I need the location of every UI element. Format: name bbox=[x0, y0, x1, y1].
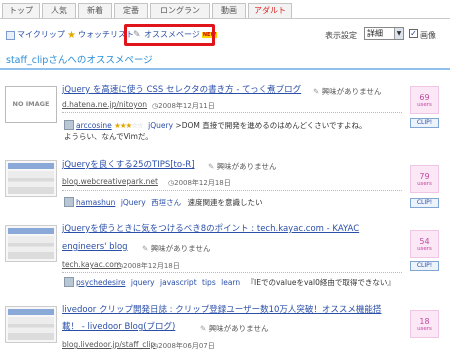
clip-button[interactable]: CLIP! bbox=[410, 118, 439, 128]
users-count: 79 bbox=[419, 172, 430, 181]
comment: psychedesire jquery javascript tips lear… bbox=[64, 277, 395, 288]
users-label: users bbox=[417, 246, 432, 252]
entry-date: ◷2008年12月18日 bbox=[168, 179, 231, 187]
comment: arccosine ★★★☆☆ jQuery >DOM 直接で開発を進めるのはめ… bbox=[64, 120, 367, 142]
entry-domain[interactable]: blog.webcreativepark.net bbox=[62, 177, 158, 186]
page-title: staff_clipさんへのオススメページ bbox=[0, 54, 450, 70]
entry-title-link[interactable]: jQueryを使うときに気をつけるべき8のポイント : tech.kayac.c… bbox=[62, 224, 359, 235]
users-label: users bbox=[417, 102, 432, 108]
not-interested-link[interactable]: ✎ 興味がありません bbox=[142, 243, 210, 254]
display-setting-label: 表示設定 bbox=[325, 31, 357, 40]
tab-top[interactable]: トップ bbox=[2, 3, 40, 18]
comment-user[interactable]: hamashun bbox=[76, 198, 115, 207]
entry-date-text: 2008年12月18日 bbox=[123, 262, 180, 270]
rating-stars: ★★★☆☆ bbox=[114, 121, 144, 130]
not-interested-link[interactable]: ✎ 興味がありません bbox=[208, 161, 276, 172]
entry-date: ◷2008年12月18日 bbox=[117, 262, 180, 270]
divider bbox=[62, 190, 402, 191]
tab-standard[interactable]: 定番 bbox=[114, 3, 148, 18]
entry-title-link[interactable]: livedoor クリップ開発日誌 : クリップ登録ユーザー数10万人突破！オス… bbox=[62, 305, 381, 316]
comment-user[interactable]: arccosine bbox=[76, 121, 112, 130]
entry-title-link-line2[interactable]: engineers' blog bbox=[62, 242, 128, 253]
users-label: users bbox=[417, 181, 432, 187]
not-interested-label: 興味がありません bbox=[208, 324, 269, 333]
not-interested-label: 興味がありません bbox=[216, 162, 277, 171]
entry-date-text: 2008年12月18日 bbox=[174, 179, 231, 187]
comment-text: >DOM 直接で開発を進めるのはめんどくさいですよね。 bbox=[175, 121, 367, 130]
not-interested-label: 興味がありません bbox=[321, 87, 382, 96]
users-label: users bbox=[417, 326, 432, 332]
entry-title-link-line2[interactable]: 載！ - livedoor Blog(ブログ) bbox=[62, 322, 175, 333]
tab-longrun[interactable]: ロングラン bbox=[150, 3, 210, 18]
users-count-badge[interactable]: 79 users bbox=[410, 165, 439, 193]
pen-icon: ✎ bbox=[313, 87, 320, 96]
entry-domain[interactable]: tech.kayac.com bbox=[62, 260, 121, 269]
comment-tag[interactable]: jQuery bbox=[121, 198, 146, 207]
not-interested-label: 興味がありません bbox=[150, 244, 211, 253]
comment: hamashun jQuery 西垣さん 速度関連を意識したい bbox=[64, 197, 262, 208]
comment-tag[interactable]: jquery bbox=[131, 278, 155, 287]
entry-domain[interactable]: d.hatena.ne.jp/nitoyon bbox=[62, 100, 147, 109]
tab-video[interactable]: 動画 bbox=[212, 3, 246, 18]
pen-icon: ✎ bbox=[142, 244, 149, 253]
entry-date-text: 2008年12月11日 bbox=[158, 102, 215, 110]
tab-new[interactable]: 新着 bbox=[78, 3, 112, 18]
clip-icon bbox=[6, 30, 15, 40]
chevron-down-icon: ▼ bbox=[394, 28, 403, 39]
entry-title-link[interactable]: jQueryを良くする25のTIPS[to-R] bbox=[62, 160, 195, 171]
avatar bbox=[64, 277, 74, 287]
comment-tag[interactable]: 西垣さん bbox=[151, 198, 181, 207]
entry-date: ◷2008年12月11日 bbox=[152, 102, 215, 110]
tab-adult[interactable]: アダルト bbox=[248, 3, 292, 18]
comment-text: 『IEでのvalueをval0経由で取得できない』 bbox=[246, 278, 395, 287]
entry-domain[interactable]: blog.livedoor.jp/staff_clip bbox=[62, 340, 155, 349]
myclip-label: マイクリップ bbox=[17, 30, 65, 39]
users-count: 54 bbox=[419, 237, 430, 246]
users-count: 69 bbox=[419, 93, 430, 102]
entry-date: ◷2008年06月07日 bbox=[152, 342, 215, 350]
comment-user[interactable]: psychedesire bbox=[76, 278, 126, 287]
main-tabs: トップ 人気 新着 定番 ロングラン 動画 アダルト bbox=[0, 0, 450, 19]
image-label: 画像 bbox=[420, 31, 436, 40]
star-icon: ★ bbox=[67, 29, 76, 41]
pen-icon: ✎ bbox=[200, 324, 207, 333]
comment-tag[interactable]: javascript bbox=[160, 278, 197, 287]
users-count-badge[interactable]: 54 users bbox=[410, 230, 439, 258]
display-select[interactable]: 詳細 ▼ bbox=[364, 27, 404, 40]
entry-title-link[interactable]: jQuery を高速に使う CSS セレクタの書き方 - てっく煮ブログ bbox=[62, 85, 301, 96]
divider bbox=[62, 272, 402, 273]
thumbnail[interactable] bbox=[5, 225, 57, 262]
image-checkbox[interactable]: ✓ bbox=[409, 29, 418, 38]
thumbnail[interactable] bbox=[5, 160, 57, 197]
users-count-badge[interactable]: 69 users bbox=[410, 86, 439, 114]
comment-tag[interactable]: jQuery bbox=[148, 121, 173, 130]
pen-icon: ✎ bbox=[208, 162, 215, 171]
display-select-value: 詳細 bbox=[367, 29, 383, 38]
tab-popular[interactable]: 人気 bbox=[42, 3, 76, 18]
clip-button[interactable]: CLIP! bbox=[410, 261, 439, 271]
comment-tag[interactable]: tips bbox=[202, 278, 216, 287]
highlight-box bbox=[124, 24, 215, 46]
comment-tag[interactable]: learn bbox=[221, 278, 240, 287]
avatar bbox=[64, 120, 74, 130]
not-interested-link[interactable]: ✎ 興味がありません bbox=[200, 323, 268, 334]
entry-date-text: 2008年06月07日 bbox=[158, 342, 215, 350]
divider bbox=[62, 112, 402, 113]
not-interested-link[interactable]: ✎ 興味がありません bbox=[313, 86, 381, 97]
users-count: 18 bbox=[419, 317, 430, 326]
users-count-badge[interactable]: 18 users bbox=[410, 310, 439, 338]
thumbnail[interactable]: NO IMAGE bbox=[5, 86, 57, 123]
clip-button[interactable]: CLIP! bbox=[410, 198, 439, 208]
avatar bbox=[64, 197, 74, 207]
thumbnail[interactable] bbox=[5, 306, 57, 343]
comment-text: 速度関連を意識したい bbox=[187, 198, 263, 207]
myclip-link[interactable]: マイクリップ bbox=[6, 29, 65, 41]
comment-text-2: ようらい、なんでVimだ。 bbox=[64, 132, 153, 141]
